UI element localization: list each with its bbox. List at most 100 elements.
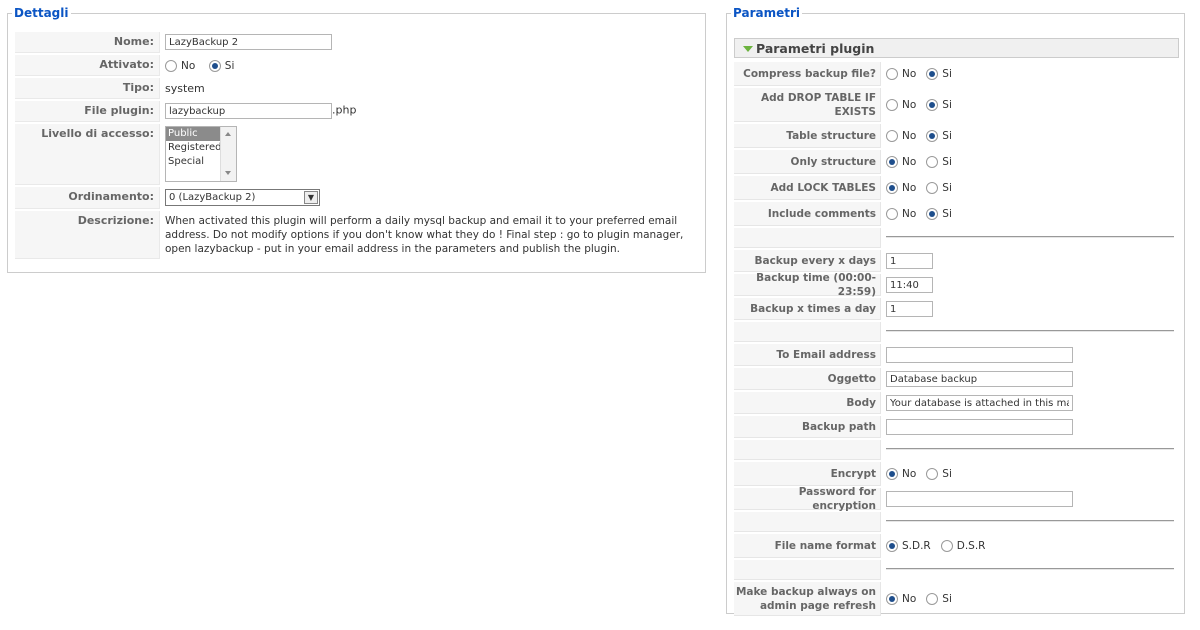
- ordinamento-label: Ordinamento:: [15, 187, 160, 209]
- file-name-format-row: File name format S.D.R D.S.R: [734, 534, 1179, 558]
- compress-si-radio[interactable]: [926, 68, 939, 80]
- descrizione-row: Descrizione: When activated this plugin …: [15, 211, 700, 259]
- table-structure-si-radio[interactable]: [926, 130, 939, 142]
- admin-refresh-no-label: No: [902, 593, 917, 605]
- lock-tables-no-label: No: [902, 182, 917, 194]
- password-input[interactable]: [886, 491, 1073, 507]
- encrypt-label: Encrypt: [734, 462, 881, 486]
- password-label: Password for encryption: [734, 486, 881, 512]
- drop-table-no-radio[interactable]: [886, 99, 898, 111]
- encrypt-no-radio[interactable]: [886, 468, 898, 480]
- livello-option-special[interactable]: Special: [166, 155, 220, 169]
- file-plugin-label: File plugin:: [15, 101, 160, 122]
- lock-tables-row: Add LOCK TABLES No Si: [734, 176, 1179, 200]
- file-plugin-input[interactable]: [165, 103, 332, 119]
- tipo-row: Tipo: system: [15, 78, 700, 99]
- ordinamento-select[interactable]: 0 (LazyBackup 2) ▼: [165, 189, 320, 206]
- compress-no-radio[interactable]: [886, 68, 898, 80]
- only-structure-row: Only structure No Si: [734, 150, 1179, 174]
- format-dsr-label: D.S.R: [956, 540, 986, 552]
- backup-days-row: Backup every x days: [734, 250, 1179, 272]
- parametri-legend: Parametri: [733, 6, 800, 20]
- nome-input[interactable]: [165, 34, 332, 50]
- scroll-up-icon[interactable]: [225, 132, 231, 136]
- expand-triangle-icon: [743, 46, 753, 52]
- to-email-row: To Email address: [734, 344, 1179, 366]
- table-structure-no-radio[interactable]: [886, 130, 898, 142]
- admin-refresh-label: Make backup always on admin page refresh: [734, 582, 881, 616]
- only-structure-si-label: Si: [942, 156, 952, 168]
- to-email-input[interactable]: [886, 347, 1073, 363]
- include-comments-row: Include comments No Si: [734, 202, 1179, 226]
- scroll-down-icon[interactable]: [225, 171, 231, 175]
- spacer-key-4: [734, 512, 881, 532]
- admin-refresh-si-radio[interactable]: [926, 593, 939, 605]
- livello-option-public[interactable]: Public: [166, 127, 220, 141]
- encrypt-no-label: No: [902, 468, 917, 480]
- attivato-si-radio[interactable]: [208, 60, 221, 72]
- livello-label: Livello di accesso:: [15, 124, 160, 185]
- separator-3: [886, 448, 1174, 450]
- backup-times-day-input[interactable]: [886, 301, 933, 317]
- include-comments-si-radio[interactable]: [926, 208, 939, 220]
- lock-tables-no-radio[interactable]: [886, 182, 898, 194]
- ordinamento-value: 0 (LazyBackup 2): [169, 192, 256, 203]
- tipo-value: system: [165, 82, 205, 95]
- separator-5: [886, 568, 1174, 570]
- spacer-row-5: [734, 560, 1179, 580]
- body-label: Body: [734, 392, 881, 414]
- lock-tables-si-radio[interactable]: [926, 182, 939, 194]
- include-comments-no-label: No: [902, 208, 917, 220]
- file-plugin-row: File plugin: .php: [15, 101, 700, 122]
- body-input[interactable]: [886, 395, 1073, 411]
- attivato-no-radio[interactable]: [165, 60, 177, 72]
- separator-4: [886, 520, 1174, 522]
- drop-table-si-label: Si: [942, 99, 952, 111]
- admin-refresh-no-radio[interactable]: [886, 593, 898, 605]
- compress-no-label: No: [902, 68, 917, 80]
- backup-time-input[interactable]: [886, 277, 933, 293]
- to-email-label: To Email address: [734, 344, 881, 366]
- only-structure-si-radio[interactable]: [926, 156, 939, 168]
- backup-times-day-label: Backup x times a day: [734, 298, 881, 320]
- spacer-key-5: [734, 560, 881, 580]
- only-structure-no-label: No: [902, 156, 917, 168]
- table-structure-no-label: No: [902, 130, 917, 142]
- backup-time-label: Backup time (00:00-23:59): [734, 272, 881, 298]
- attivato-si-label: Si: [224, 60, 235, 72]
- backup-time-row: Backup time (00:00-23:59): [734, 272, 1179, 298]
- backup-path-label: Backup path: [734, 416, 881, 438]
- livello-row: Livello di accesso: Public Registered Sp…: [15, 124, 700, 185]
- descrizione-text: When activated this plugin will perform …: [165, 215, 684, 255]
- encrypt-si-radio[interactable]: [926, 468, 939, 480]
- compress-label: Compress backup file?: [734, 62, 881, 86]
- chevron-down-icon[interactable]: ▼: [304, 191, 318, 204]
- backup-days-input[interactable]: [886, 253, 933, 269]
- oggetto-input[interactable]: [886, 371, 1073, 387]
- format-dsr-radio[interactable]: [940, 540, 953, 552]
- include-comments-label: Include comments: [734, 202, 881, 226]
- backup-path-input[interactable]: [886, 419, 1073, 435]
- body-row: Body: [734, 392, 1179, 414]
- livello-option-registered[interactable]: Registered: [166, 141, 221, 155]
- oggetto-row: Oggetto: [734, 368, 1179, 390]
- separator-2: [886, 330, 1174, 332]
- backup-days-label: Backup every x days: [734, 250, 881, 272]
- table-structure-row: Table structure No Si: [734, 124, 1179, 148]
- livello-scrollbar[interactable]: [220, 127, 236, 181]
- admin-refresh-row: Make backup always on admin page refresh…: [734, 582, 1179, 616]
- format-sdr-radio[interactable]: [886, 540, 898, 552]
- spacer-row-1: [734, 228, 1179, 248]
- parametri-plugin-title: Parametri plugin: [756, 41, 875, 56]
- livello-listbox[interactable]: Public Registered Special: [165, 126, 237, 182]
- spacer-row-4: [734, 512, 1179, 532]
- tipo-label: Tipo:: [15, 78, 160, 99]
- include-comments-no-radio[interactable]: [886, 208, 898, 220]
- drop-table-row: Add DROP TABLE IF EXISTS No Si: [734, 88, 1179, 122]
- dettagli-table: Nome: Attivato: No Si Tipo: system File …: [15, 30, 700, 261]
- drop-table-si-radio[interactable]: [926, 99, 939, 111]
- parametri-plugin-header[interactable]: Parametri plugin: [734, 38, 1179, 58]
- dettagli-fieldset: Dettagli Nome: Attivato: No Si Tipo: sys…: [7, 6, 706, 273]
- only-structure-no-radio[interactable]: [886, 156, 898, 168]
- nome-label: Nome:: [15, 32, 160, 53]
